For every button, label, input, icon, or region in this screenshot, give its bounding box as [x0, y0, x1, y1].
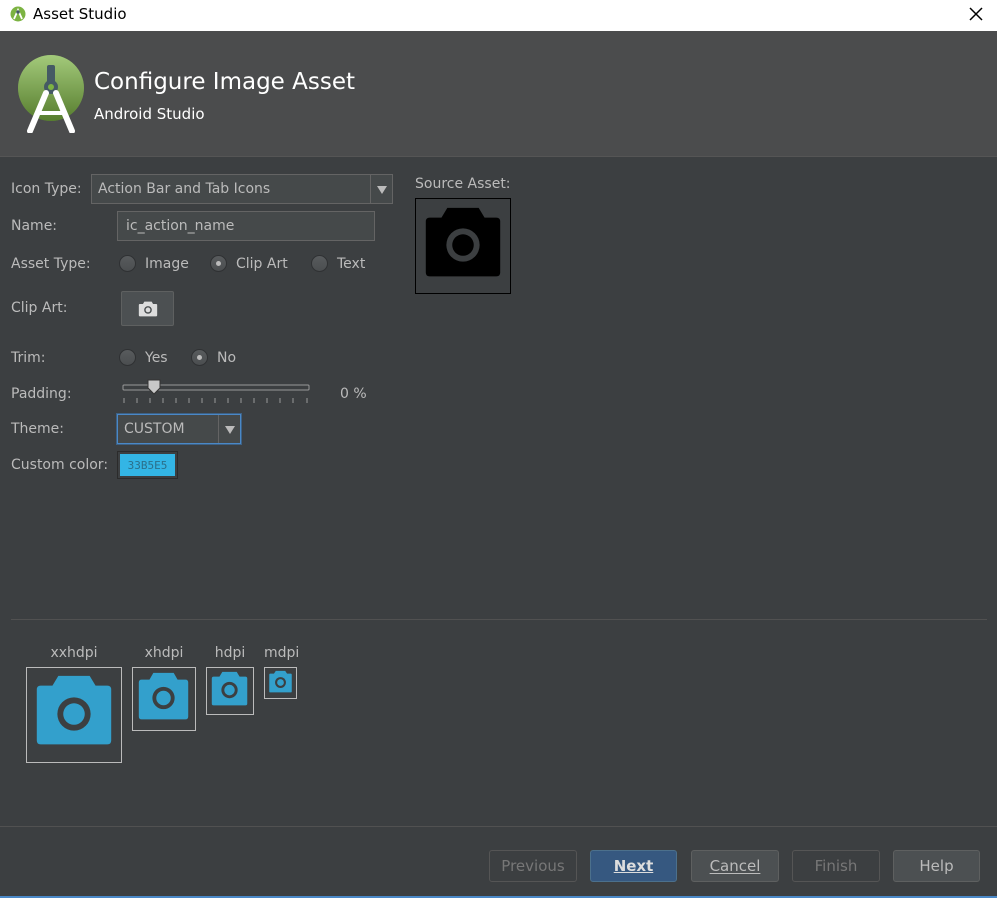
radio-indicator-selected	[191, 349, 208, 366]
density-label-xhdpi: xhdpi	[144, 645, 184, 661]
color-value: 33B5E5	[120, 454, 175, 476]
page-title: Configure Image Asset	[94, 69, 355, 95]
padding-label: Padding:	[11, 386, 72, 402]
next-button-label: Next	[613, 857, 654, 875]
name-value: ic_action_name	[126, 218, 235, 234]
camera-icon	[138, 301, 158, 317]
padding-value: 0 %	[340, 386, 367, 402]
radio-label: Clip Art	[236, 255, 288, 272]
icon-type-value: Action Bar and Tab Icons	[98, 181, 271, 197]
section-divider	[11, 619, 987, 620]
next-button[interactable]: Next	[590, 850, 677, 882]
theme-select[interactable]: CUSTOM	[117, 414, 241, 444]
camera-icon	[211, 671, 248, 706]
page-subtitle: Android Studio	[94, 105, 205, 123]
close-icon[interactable]	[965, 3, 987, 25]
trim-no-radio[interactable]: No	[191, 349, 236, 366]
source-asset-label: Source Asset:	[415, 176, 511, 192]
previous-button[interactable]: Previous	[489, 850, 577, 882]
radio-indicator	[311, 255, 328, 272]
footer-divider	[0, 826, 997, 827]
cancel-button[interactable]: Cancel	[691, 850, 779, 882]
camera-icon	[36, 675, 112, 745]
clip-art-label: Clip Art:	[11, 300, 68, 316]
trim-label: Trim:	[11, 350, 46, 366]
asset-type-label: Asset Type:	[11, 256, 91, 272]
chevron-down-icon	[370, 175, 392, 203]
camera-icon	[138, 672, 189, 720]
finish-button[interactable]: Finish	[792, 850, 880, 882]
title-bar: Asset Studio	[0, 0, 997, 31]
android-studio-icon	[10, 6, 26, 22]
name-label: Name:	[11, 218, 58, 234]
custom-color-label: Custom color:	[11, 457, 109, 473]
help-button[interactable]: Help	[893, 850, 980, 882]
icon-type-select[interactable]: Action Bar and Tab Icons	[91, 174, 393, 204]
padding-slider[interactable]	[121, 378, 311, 406]
icon-type-label: Icon Type:	[11, 181, 82, 197]
radio-indicator	[119, 255, 136, 272]
slider-thumb	[147, 379, 161, 395]
cancel-button-label: Cancel	[709, 857, 761, 875]
window-title: Asset Studio	[33, 5, 127, 23]
radio-label: No	[217, 349, 237, 366]
preview-mdpi	[264, 667, 297, 699]
wizard-header: Configure Image Asset Android Studio	[0, 31, 997, 157]
camera-icon	[269, 670, 292, 693]
radio-label: Text	[337, 255, 366, 272]
density-label-mdpi: mdpi	[264, 645, 300, 661]
theme-label: Theme:	[11, 421, 65, 437]
preview-xhdpi	[132, 667, 196, 731]
radio-label: Image	[145, 255, 189, 272]
density-label-hdpi: hdpi	[214, 645, 246, 661]
radio-indicator	[119, 349, 136, 366]
radio-label: Yes	[145, 349, 168, 366]
android-studio-logo	[18, 55, 84, 133]
clip-art-button[interactable]	[121, 291, 174, 326]
asset-type-image-radio[interactable]: Image	[119, 255, 189, 272]
density-label-xxhdpi: xxhdpi	[50, 645, 98, 661]
camera-icon	[425, 207, 501, 277]
name-input[interactable]: ic_action_name	[117, 211, 375, 241]
preview-xxhdpi	[26, 667, 122, 763]
trim-yes-radio[interactable]: Yes	[119, 349, 168, 366]
chevron-down-icon	[218, 415, 240, 443]
slider-track	[122, 379, 310, 403]
radio-indicator-selected	[210, 255, 227, 272]
asset-type-clipart-radio[interactable]: Clip Art	[210, 255, 288, 272]
preview-hdpi	[206, 667, 254, 715]
theme-value: CUSTOM	[124, 421, 185, 437]
asset-type-text-radio[interactable]: Text	[311, 255, 365, 272]
source-asset-preview	[415, 198, 511, 294]
custom-color-picker[interactable]: 33B5E5	[117, 451, 178, 479]
